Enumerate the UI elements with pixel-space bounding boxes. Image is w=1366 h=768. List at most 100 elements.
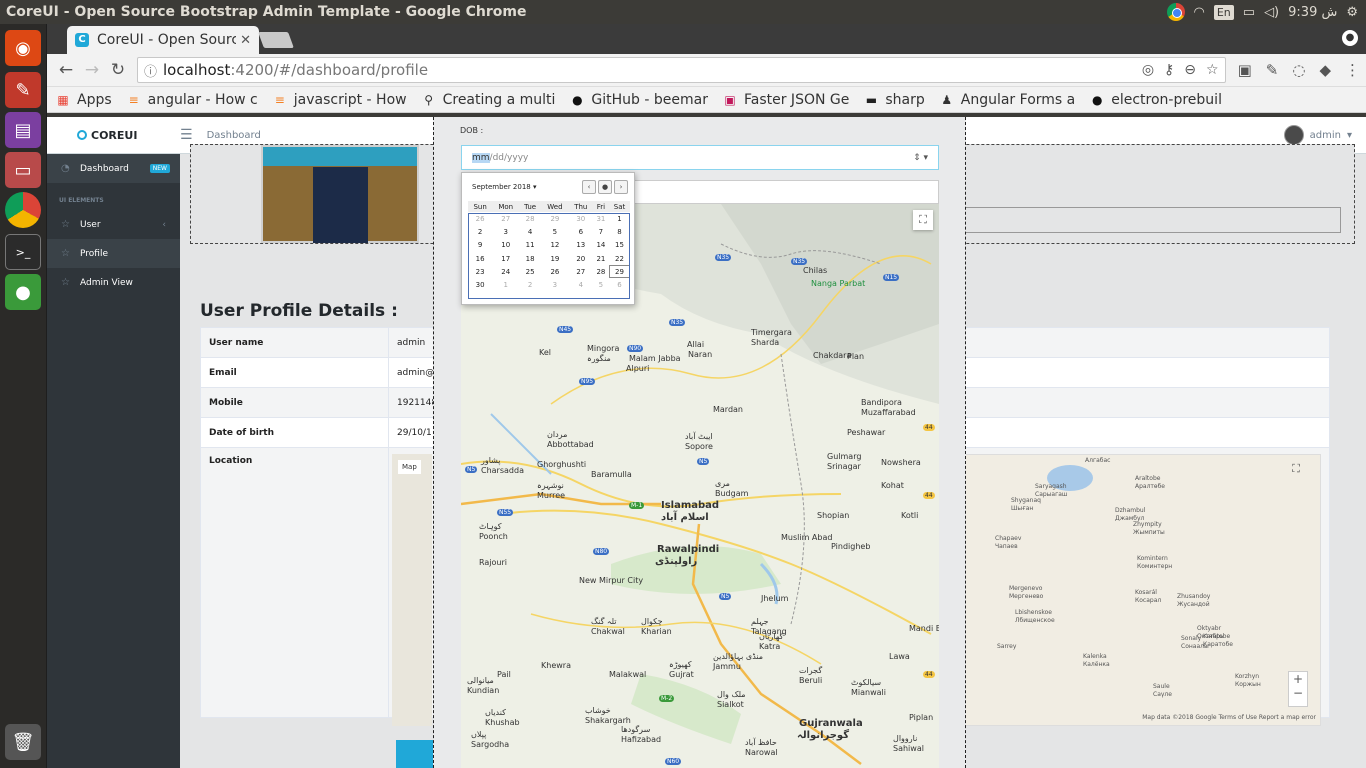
calendar-day[interactable]: 29 bbox=[541, 212, 569, 225]
brand-logo[interactable]: COREUI bbox=[47, 129, 180, 142]
calendar-day[interactable]: 24 bbox=[492, 265, 519, 278]
calendar-day[interactable]: 9 bbox=[468, 239, 492, 252]
keyboard-layout[interactable]: En bbox=[1213, 4, 1234, 20]
bookmark-item[interactable]: ≡ javascript - How bbox=[272, 92, 407, 108]
wifi-icon[interactable]: ◠ bbox=[1194, 5, 1205, 20]
calendar-day[interactable]: 18 bbox=[519, 252, 541, 265]
calendar-day[interactable]: 19 bbox=[541, 252, 569, 265]
bookmark-item[interactable]: ● GitHub - beemar bbox=[569, 92, 708, 108]
calendar-day[interactable]: 23 bbox=[468, 265, 492, 278]
chrome-icon[interactable] bbox=[5, 192, 41, 228]
calendar-day[interactable]: 17 bbox=[492, 252, 519, 265]
calendar-day[interactable]: 29 bbox=[609, 265, 630, 279]
calendar-day[interactable]: 1 bbox=[609, 212, 630, 225]
cast-icon[interactable]: ▣ bbox=[1238, 61, 1252, 79]
extension-icon[interactable]: ◌ bbox=[1292, 61, 1305, 79]
calendar-day[interactable]: 12 bbox=[541, 239, 569, 252]
blue-button[interactable] bbox=[396, 740, 436, 768]
bookmark-item[interactable]: ▦ Apps bbox=[55, 92, 111, 108]
calendar-day[interactable]: 5 bbox=[541, 225, 569, 238]
bookmark-item[interactable]: ♟ Angular Forms a bbox=[939, 92, 1075, 108]
location-map-left[interactable]: Map bbox=[392, 454, 432, 726]
calendar-day[interactable]: 20 bbox=[569, 252, 593, 265]
calendar-day[interactable]: 31 bbox=[593, 212, 609, 225]
calendar-day[interactable]: 14 bbox=[593, 239, 609, 252]
sidebar-item-dashboard[interactable]: ◔ Dashboard NEW bbox=[47, 154, 180, 183]
calendar-day[interactable]: 10 bbox=[492, 239, 519, 252]
calendar-day[interactable]: 13 bbox=[569, 239, 593, 252]
ubuntu-icon[interactable]: ◉ bbox=[5, 30, 41, 66]
calendar-day[interactable]: 26 bbox=[468, 212, 492, 225]
sidebar-item-admin-view[interactable]: ☆ Admin View bbox=[47, 268, 180, 297]
reload-icon[interactable]: ↻ bbox=[105, 60, 131, 80]
calendar-day[interactable]: 7 bbox=[593, 225, 609, 238]
sidebar-toggle-icon[interactable]: ☰ bbox=[180, 127, 193, 143]
dob-date-input[interactable]: mm /dd/yyyy ⇕ ▾ bbox=[461, 145, 939, 170]
app-icon[interactable]: ● bbox=[5, 274, 41, 310]
calendar-day[interactable]: 11 bbox=[519, 239, 541, 252]
address-bar[interactable]: ⓘ localhost :4200/#/dashboard/profile ◎ … bbox=[137, 57, 1226, 83]
calendar-day[interactable]: 1 bbox=[492, 278, 519, 291]
calendar-day[interactable]: 2 bbox=[468, 225, 492, 238]
zoom-controls[interactable]: + − bbox=[1288, 671, 1308, 707]
date-spinner-icon[interactable]: ⇕ ▾ bbox=[913, 153, 928, 163]
chrome-tray-icon[interactable] bbox=[1166, 3, 1185, 21]
bookmark-item[interactable]: ⚲ Creating a multi bbox=[421, 92, 555, 108]
fruit-icon[interactable]: ◆ bbox=[1319, 61, 1331, 79]
user-menu[interactable]: admin ▾ bbox=[1283, 125, 1352, 145]
calendar-day[interactable]: 4 bbox=[519, 225, 541, 238]
bookmark-item[interactable]: ▣ Faster JSON Ge bbox=[722, 92, 849, 108]
profile-icon[interactable]: ● bbox=[1342, 30, 1358, 46]
avatar[interactable] bbox=[1283, 125, 1304, 145]
zoom-icon[interactable]: ⊖ bbox=[1184, 62, 1196, 78]
calendar-day[interactable]: 30 bbox=[569, 212, 593, 225]
today-button[interactable]: ● bbox=[598, 180, 612, 194]
key-icon[interactable]: ⚷ bbox=[1164, 62, 1174, 78]
next-month-button[interactable]: › bbox=[614, 180, 628, 194]
location-icon[interactable]: ◎ bbox=[1142, 62, 1154, 78]
back-icon[interactable]: ← bbox=[53, 60, 79, 80]
calendar-day[interactable]: 8 bbox=[609, 225, 630, 238]
prev-month-button[interactable]: ‹ bbox=[582, 180, 596, 194]
breadcrumb[interactable]: Dashboard bbox=[207, 130, 261, 141]
new-tab-button[interactable] bbox=[258, 32, 294, 48]
location-map-right[interactable]: ⛶ + − Map data ©2018 Google Terms of Use … bbox=[964, 454, 1321, 726]
calendar-day[interactable]: 4 bbox=[569, 278, 593, 291]
calendar-day[interactable]: 3 bbox=[541, 278, 569, 291]
calendar-day[interactable]: 28 bbox=[593, 265, 609, 278]
gear-icon[interactable]: ⚙ bbox=[1346, 5, 1358, 20]
calendar-day[interactable]: 15 bbox=[609, 239, 630, 252]
calendar-day[interactable]: 6 bbox=[609, 278, 630, 291]
calendar-day[interactable]: 22 bbox=[609, 252, 630, 265]
sidebar-item-profile[interactable]: ☆ Profile bbox=[47, 239, 180, 268]
calendar-day[interactable]: 21 bbox=[593, 252, 609, 265]
date-picker-popup[interactable]: September 2018 ▾ ‹ ● › Sun Mon Tue Wed Thu Fr… bbox=[461, 172, 635, 305]
bookmark-item[interactable]: ● electron-prebuil bbox=[1089, 92, 1222, 108]
info-icon[interactable]: ⓘ bbox=[144, 61, 157, 80]
calendar-day[interactable]: 2 bbox=[519, 278, 541, 291]
fullscreen-icon[interactable]: ⛶ bbox=[913, 210, 933, 230]
month-select[interactable]: September 2018 ▾ bbox=[472, 183, 582, 191]
map-type-button[interactable]: Map bbox=[398, 460, 421, 474]
calendar-day[interactable]: 25 bbox=[519, 265, 541, 278]
calendar-day[interactable]: 28 bbox=[519, 212, 541, 225]
bookmark-item[interactable]: ≡ angular - How c bbox=[126, 92, 258, 108]
calendar-day[interactable]: 6 bbox=[569, 225, 593, 238]
volume-icon[interactable]: ◁) bbox=[1264, 5, 1279, 20]
terminal-icon[interactable]: >_ bbox=[5, 234, 41, 270]
workspaces-icon[interactable]: ▤ bbox=[5, 112, 41, 148]
dob-month-segment[interactable]: mm bbox=[472, 152, 490, 163]
bookmark-item[interactable]: ▬ sharp bbox=[863, 92, 925, 108]
star-icon[interactable]: ☆ bbox=[1206, 62, 1219, 78]
calendar-day[interactable]: 26 bbox=[541, 265, 569, 278]
calendar-day[interactable]: 30 bbox=[468, 278, 492, 291]
menu-icon[interactable]: ⋮ bbox=[1345, 61, 1360, 79]
browser-tab[interactable]: C CoreUI - Open Sourc ✕ bbox=[67, 26, 259, 54]
close-tab-icon[interactable]: ✕ bbox=[240, 33, 251, 48]
eyedropper-icon[interactable]: ✎ bbox=[1266, 61, 1279, 79]
trash-icon[interactable]: 🗑 bbox=[5, 724, 41, 760]
calendar-day[interactable]: 16 bbox=[468, 252, 492, 265]
calendar-day[interactable]: 5 bbox=[593, 278, 609, 291]
files-icon[interactable]: ▭ bbox=[5, 152, 41, 188]
calendar-day[interactable]: 27 bbox=[492, 212, 519, 225]
